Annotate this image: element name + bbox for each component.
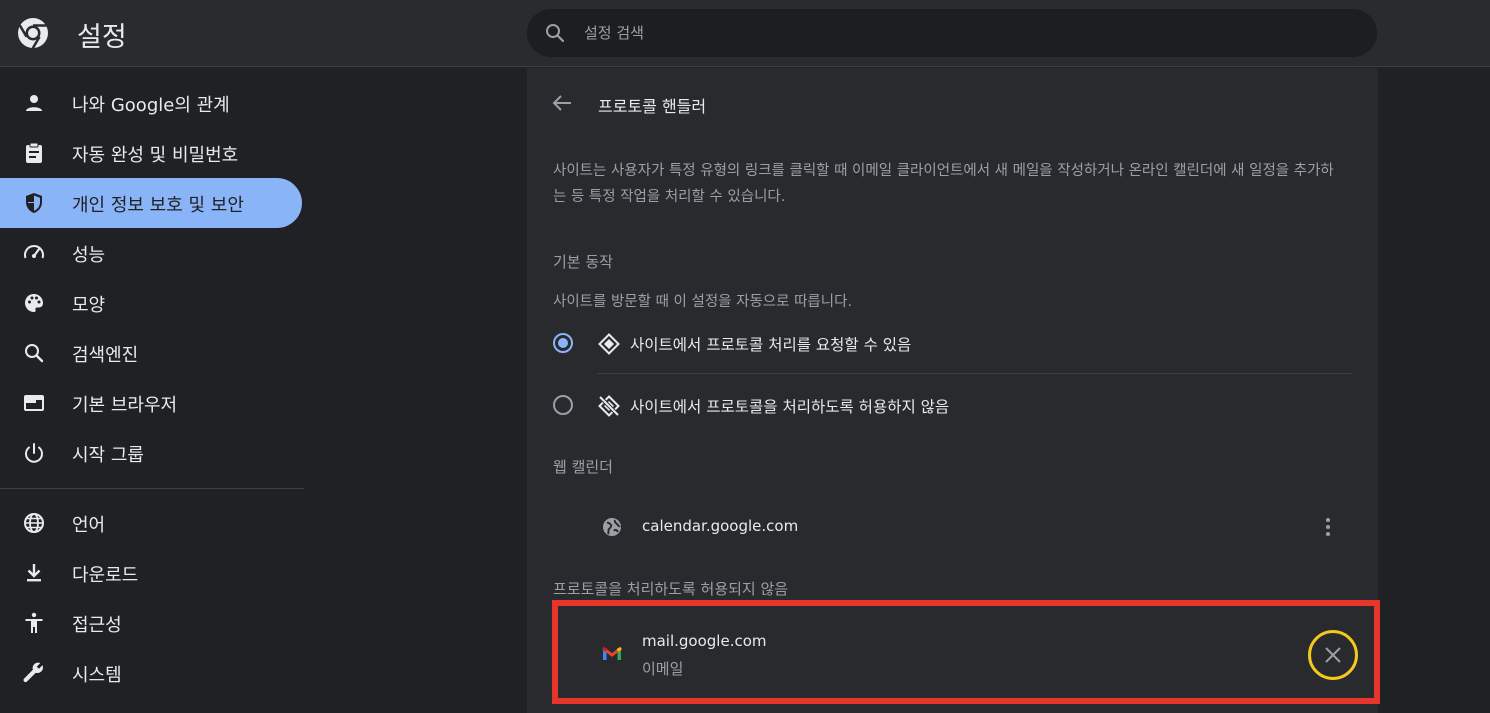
sidebar-item-label: 성능 xyxy=(72,245,106,266)
sidebar-item-search-engine[interactable]: 검색엔진 xyxy=(0,328,302,378)
sidebar-item-autofill[interactable]: 자동 완성 및 비밀번호 xyxy=(0,128,302,178)
sidebar-item-label: 개인 정보 보호 및 보안 xyxy=(72,195,244,216)
default-behavior-heading: 기본 동작 xyxy=(553,253,613,271)
highlight-box xyxy=(552,600,1380,704)
sidebar-item-label: 언어 xyxy=(72,515,106,536)
sidebar-item-default-browser[interactable]: 기본 브라우저 xyxy=(0,378,302,428)
description-text: 사이트는 사용자가 특정 유형의 링크를 클릭할 때 이메일 클라이언트에서 새… xyxy=(553,163,1334,205)
remove-button[interactable] xyxy=(1308,630,1358,680)
speedometer-icon xyxy=(24,245,44,259)
app-title: 설정 xyxy=(77,22,127,53)
sidebar-item-label: 검색엔진 xyxy=(72,345,139,366)
sidebar-item-label: 시작 그룹 xyxy=(72,445,144,466)
sidebar-item-label: 나와 Google의 관계 xyxy=(72,95,230,116)
close-icon xyxy=(1325,647,1341,663)
sidebar: 나와 Google의 관계 자동 완성 및 비밀번호 개인 정보 보호 및 보안… xyxy=(0,68,305,713)
radio-button-allow[interactable] xyxy=(553,333,573,353)
page-title: 프로토콜 핸들러 xyxy=(598,97,707,116)
sidebar-item-label: 다운로드 xyxy=(72,565,139,586)
calendar-site-name: calendar.google.com xyxy=(642,517,799,535)
calendar-site-row: calendar.google.com xyxy=(527,508,1378,548)
sidebar-item-performance[interactable]: 성능 xyxy=(0,228,302,278)
radio-button-block[interactable] xyxy=(553,395,573,415)
sidebar-item-system[interactable]: 시스템 xyxy=(0,648,302,698)
sidebar-item-downloads[interactable]: 다운로드 xyxy=(0,548,302,598)
clipboard-icon xyxy=(26,142,42,163)
sidebar-item-label: 자동 완성 및 비밀번호 xyxy=(72,145,239,166)
sidebar-item-accessibility[interactable]: 접근성 xyxy=(0,598,302,648)
radio-option-allow[interactable]: 사이트에서 프로토콜 처리를 요청할 수 있음 xyxy=(527,318,1378,368)
radio-label-allow: 사이트에서 프로토콜 처리를 요청할 수 있음 xyxy=(630,336,912,354)
radio-divider xyxy=(597,373,1352,374)
sidebar-item-label: 모양 xyxy=(72,295,106,316)
protocol-handler-icon xyxy=(598,333,620,355)
download-icon xyxy=(27,564,41,582)
sidebar-item-on-startup[interactable]: 시작 그룹 xyxy=(0,428,302,478)
sidebar-item-label: 접근성 xyxy=(72,615,122,636)
sidebar-item-label: 기본 브라우저 xyxy=(72,395,178,416)
search-input[interactable] xyxy=(584,20,1284,46)
person-icon xyxy=(26,95,42,111)
more-vert-icon[interactable] xyxy=(1316,515,1340,539)
radio-option-block[interactable]: 사이트에서 프로토콜을 처리하도록 허용하지 않음 xyxy=(527,380,1378,430)
browser-icon xyxy=(24,395,44,411)
shield-icon xyxy=(26,193,42,213)
search-box[interactable] xyxy=(527,9,1377,57)
protocol-handler-off-icon xyxy=(598,395,620,417)
back-arrow-icon[interactable] xyxy=(551,92,573,114)
search-icon xyxy=(546,24,565,43)
search-icon xyxy=(25,344,44,363)
sidebar-item-you-and-google[interactable]: 나와 Google의 관계 xyxy=(0,78,302,128)
sidebar-item-languages[interactable]: 언어 xyxy=(0,498,302,548)
sidebar-item-appearance[interactable]: 모양 xyxy=(0,278,302,328)
sidebar-item-privacy-security[interactable]: 개인 정보 보호 및 보안 xyxy=(0,178,302,228)
chrome-logo-icon xyxy=(18,18,48,49)
web-calendar-heading: 웹 캘린더 xyxy=(553,458,613,476)
header: 설정 xyxy=(0,0,1490,67)
sidebar-divider xyxy=(0,488,304,489)
radio-label-block: 사이트에서 프로토콜을 처리하도록 허용하지 않음 xyxy=(630,398,950,416)
globe-icon xyxy=(603,518,621,536)
power-icon xyxy=(25,443,43,463)
wrench-icon xyxy=(23,662,43,683)
sidebar-item-label: 시스템 xyxy=(72,665,122,686)
globe-icon xyxy=(24,513,44,533)
accessibility-icon xyxy=(25,612,43,633)
default-behavior-subtext: 사이트를 방문할 때 이 설정을 자동으로 따릅니다. xyxy=(553,294,853,310)
blocked-heading: 프로토콜을 처리하도록 허용되지 않음 xyxy=(553,580,789,598)
palette-icon xyxy=(25,294,43,312)
